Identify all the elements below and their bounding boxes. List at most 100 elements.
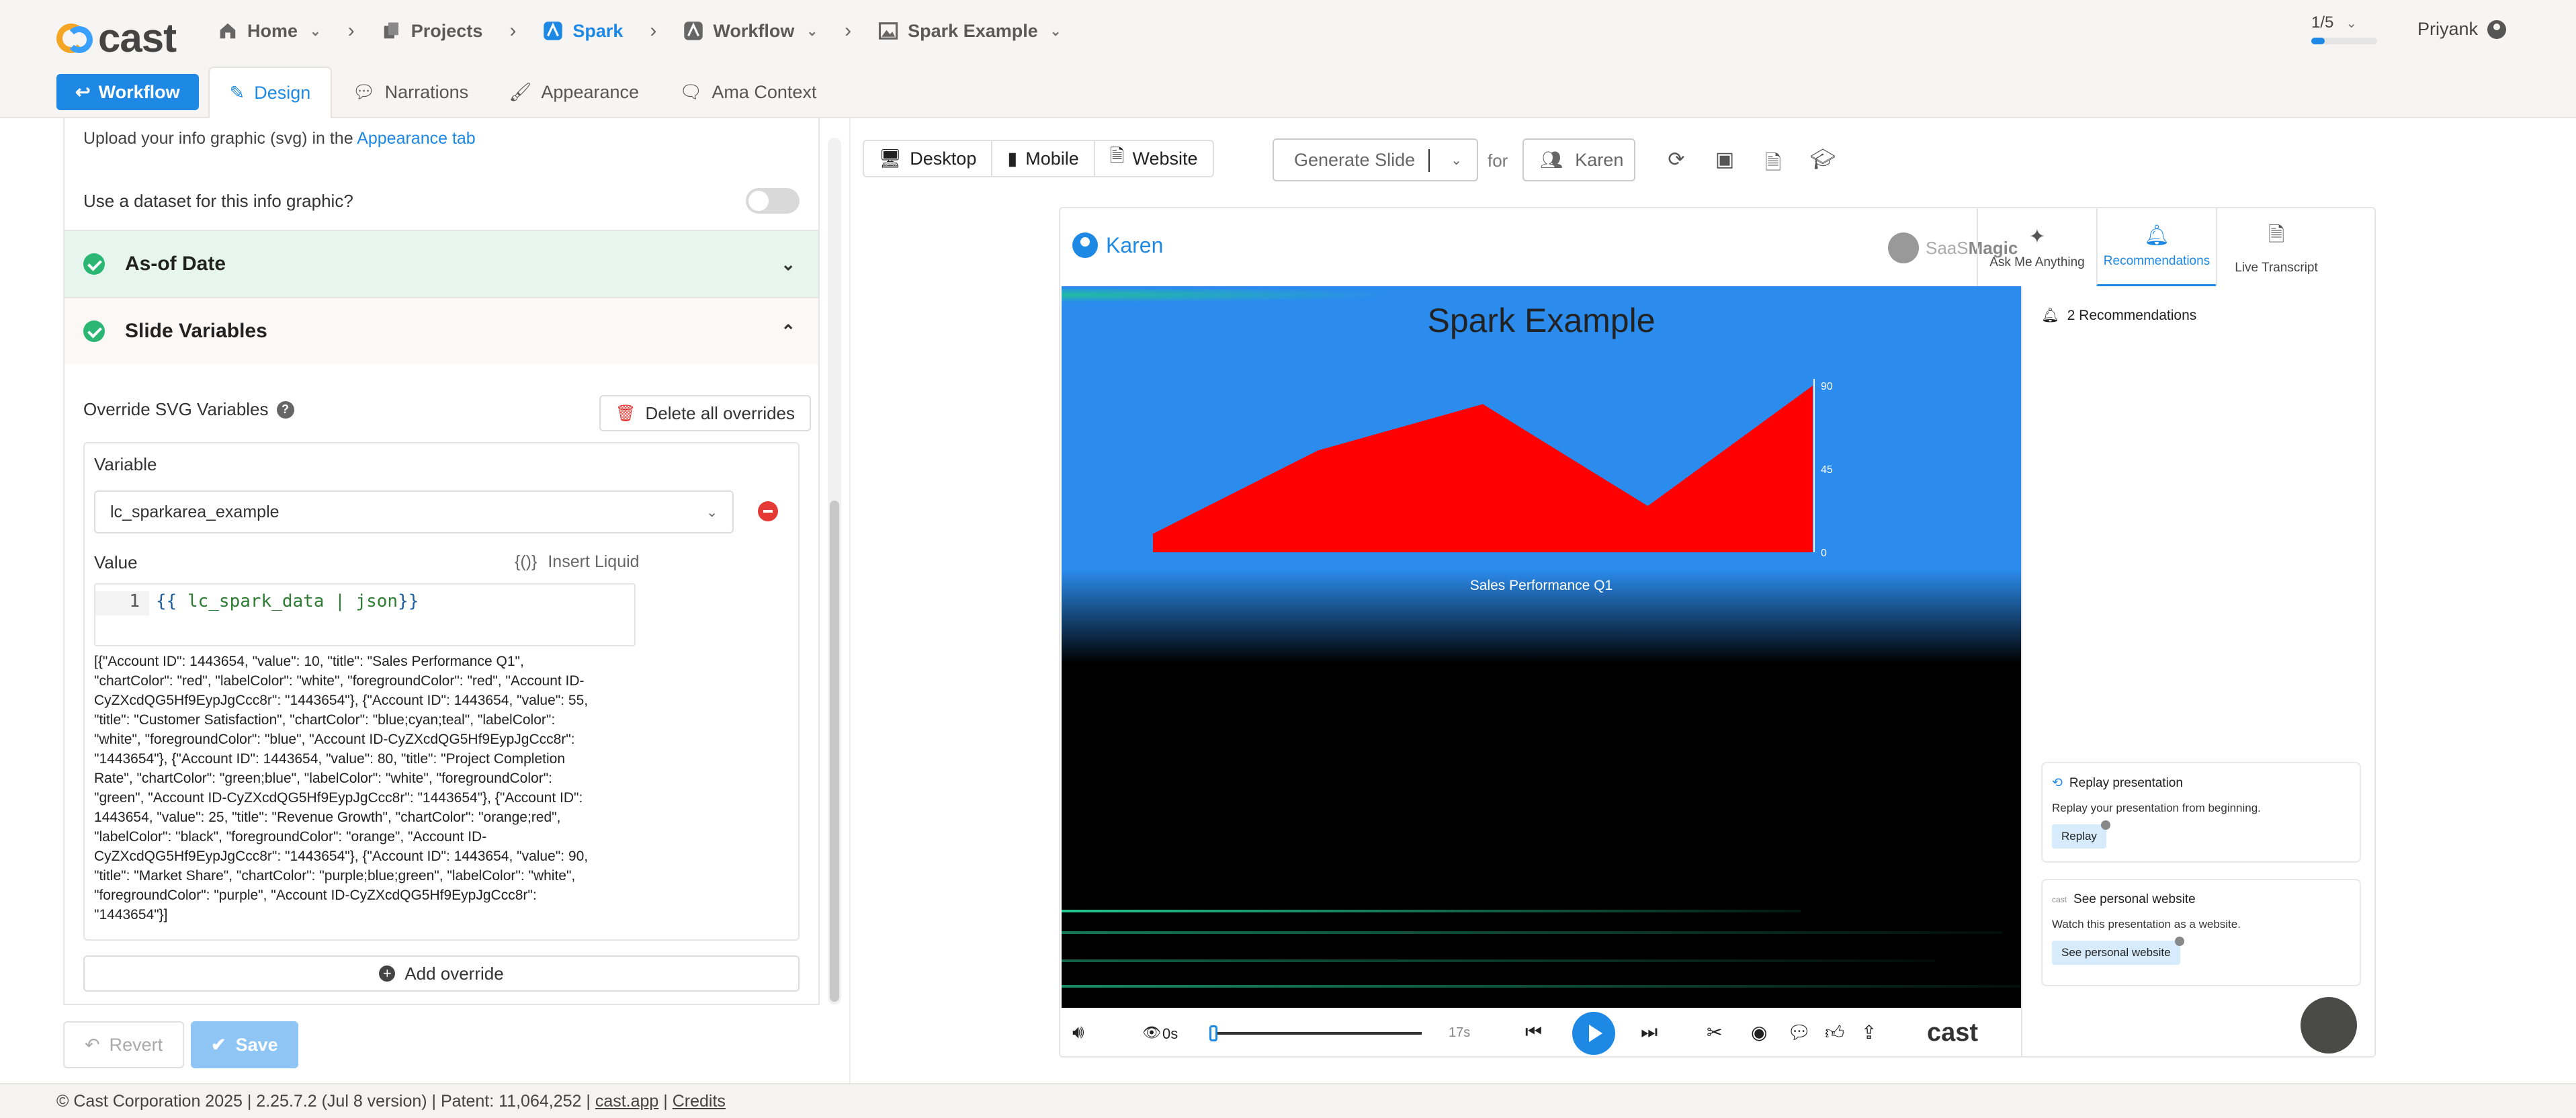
breadcrumb-workflow[interactable]: Workflow ⌄ (683, 21, 818, 42)
override-svg-label: Override SVG Variables ? (83, 399, 294, 420)
remove-override-icon[interactable] (758, 501, 778, 521)
dataset-question: Use a dataset for this info graphic? (83, 190, 353, 211)
insert-liquid-button[interactable]: {()} Insert Liquid (515, 552, 640, 572)
recommendations-panel: 🔔︎ 2 Recommendations ⟲ Replay presentatio… (2021, 286, 2374, 1056)
value-code-editor[interactable]: 1 {{ lc_spark_data | json}} (94, 583, 636, 646)
code-line: {{ lc_spark_data | json}} (149, 591, 419, 645)
footer-link-credits[interactable]: Credits (673, 1092, 726, 1111)
card-desc: Watch this presentation as a website. (2052, 918, 2241, 931)
breadcrumb-separator: › (509, 19, 517, 42)
chevron-down-icon: ⌄ (706, 505, 718, 520)
persona-name: Karen (1575, 149, 1624, 170)
scrollbar-thumb[interactable] (830, 501, 839, 1002)
graduation-cap-icon[interactable]: 🎓︎ (1810, 148, 1836, 171)
tools-icon[interactable]: ✂︎ (1707, 1021, 1722, 1043)
data-point (1647, 505, 1648, 507)
paint-icon: 🖌︎ (509, 82, 532, 102)
liquid-icon: {()} (515, 552, 538, 571)
y-tick-label: 0 (1821, 548, 1827, 559)
refresh-icon[interactable]: ⟳ (1665, 148, 1688, 171)
chevron-down-icon: ⌄ (2346, 15, 2358, 31)
tab-live-transcript[interactable]: 🗎 Live Transcript (2216, 208, 2335, 286)
bell-icon: 🔔︎ (2143, 224, 2170, 247)
dataset-toggle[interactable] (746, 188, 800, 214)
variable-select[interactable]: lc_sparkarea_example ⌄ (94, 490, 734, 533)
persona-select[interactable]: 👥︎ Karen (1522, 138, 1635, 181)
timeline-handle[interactable] (1209, 1025, 1217, 1041)
user-name: Priyank (2417, 19, 2479, 39)
comment-icon[interactable]: 💬︎ (1787, 1021, 1811, 1043)
delete-all-overrides-button[interactable]: 🗑︎ Delete all overrides (599, 395, 812, 431)
panel-scrollbar[interactable] (828, 138, 841, 1004)
breadcrumb-spark-example[interactable]: Spark Example ⌄ (878, 21, 1062, 42)
workflow-button[interactable]: ↩ Workflow (56, 74, 199, 110)
cast-logo[interactable]: cast (56, 15, 177, 61)
recommendation-card-replay: ⟲ Replay presentation Replay your present… (2041, 762, 2361, 863)
replay-button[interactable]: Replay (2052, 820, 2110, 849)
user-menu[interactable]: Priyank (2417, 19, 2507, 40)
language-flag-icon[interactable]: ◉ (1751, 1021, 1767, 1043)
code-open: {{ (156, 591, 177, 611)
document-icon: 🗎 (2268, 223, 2285, 246)
tab-design[interactable]: ✎ Design (208, 67, 333, 119)
tab-appearance[interactable]: 🖌︎ Appearance (488, 66, 659, 118)
breadcrumb-home[interactable]: Home ⌄ (218, 21, 321, 42)
value-label: Value (94, 552, 138, 572)
check-circle-icon (83, 320, 105, 342)
workflow-icon (684, 22, 703, 40)
pager-progress-fill (2311, 38, 2325, 44)
play-button[interactable] (1572, 1012, 1615, 1055)
device-tab-desktop[interactable]: 🖥︎ Desktop (864, 141, 993, 176)
presentation-player: Karen SaaSMagic ✦ Ask Me Anything 🔔︎ Recom… (1059, 207, 2376, 1058)
decorative-streak (1062, 959, 1935, 962)
presentation-icon[interactable]: ▣ (1713, 148, 1736, 171)
tab-ama-context[interactable]: 🗨︎ Ama Context (659, 66, 836, 118)
add-override-label: Add override (404, 963, 504, 984)
forward-icon[interactable]: ⏭︎ (1641, 1021, 1658, 1043)
accordion-slide-variables[interactable]: Slide Variables ⌃ (65, 297, 818, 364)
footer-link-cast[interactable]: cast.app (595, 1092, 659, 1111)
cast-mini-logo: cast (2052, 895, 2067, 904)
thumbs-up-icon[interactable]: 👍︎ (1825, 1021, 1844, 1044)
revert-button[interactable]: ↶ Revert (63, 1021, 185, 1068)
appearance-tab-link[interactable]: Appearance tab (357, 129, 476, 148)
chevron-down-icon[interactable]: ⌄ (1451, 152, 1462, 169)
rewind-icon[interactable]: ⏮︎ (1525, 1021, 1542, 1043)
save-button[interactable]: ✔ Save (191, 1021, 298, 1068)
tab-ask-me-anything[interactable]: ✦ Ask Me Anything (1977, 208, 2096, 286)
tab-recommendations[interactable]: 🔔︎ Recommendations (2096, 208, 2216, 286)
timeline-slider[interactable] (1209, 1025, 1422, 1041)
panel-divider (849, 118, 851, 1083)
volume-icon[interactable]: 🔊︎ (1072, 1021, 1084, 1043)
code-var: lc_spark_data | json (177, 591, 398, 611)
line-number: 1 (95, 591, 149, 615)
bell-icon: 🔔︎ (2041, 308, 2059, 323)
help-icon[interactable]: ? (276, 400, 294, 419)
see-personal-website-button[interactable]: See personal website (2052, 937, 2184, 965)
device-tabs: 🖥︎ Desktop ▮ Mobile 🗎 Website (863, 140, 1214, 177)
device-tab-website[interactable]: 🗎 Website (1095, 141, 1213, 176)
chevron-up-icon: ⌃ (781, 320, 796, 341)
tab-narrations[interactable]: 💬︎ Narrations (332, 66, 488, 118)
document-icon: 🗎 (1109, 146, 1125, 166)
device-tab-mobile[interactable]: ▮ Mobile (992, 141, 1095, 176)
breadcrumb-projects[interactable]: Projects (382, 21, 482, 42)
generate-slide-button[interactable]: Generate Slide ⌄ (1273, 138, 1478, 181)
player-controls: 🔊︎ 👁︎ 0s 17s ⏮︎ ⏭︎ ✂︎ ◉ 💬︎ 👍︎ ⇪ cast (1062, 1008, 2021, 1056)
y-tick-label: 90 (1821, 381, 1833, 392)
accordion-as-of-date[interactable]: As-of Date ⌄ (65, 230, 818, 297)
override-card: Variable lc_sparkarea_example ⌄ Value {(… (83, 442, 800, 941)
share-icon[interactable]: ⇪ (1861, 1021, 1877, 1043)
slide-pager[interactable]: 1/5 ⌄ (2311, 13, 2385, 44)
breadcrumb-spark[interactable]: Spark (543, 21, 623, 42)
chat-launcher-button[interactable] (2301, 997, 2357, 1054)
trash-icon: 🗑︎ (615, 404, 636, 423)
player-side-tabs: ✦ Ask Me Anything 🔔︎ Recommendations 🗎 Live… (1977, 208, 2335, 286)
for-label: for (1488, 150, 1508, 171)
variable-label: Variable (94, 454, 157, 474)
brand-light: SaaS (1926, 237, 1969, 258)
add-override-button[interactable]: + Add override (83, 955, 800, 992)
sparkle-icon: ✦ (2028, 225, 2046, 248)
breadcrumb: Home ⌄ › Projects › Spark › Workflow ⌄ ›… (218, 15, 1062, 47)
pdf-icon[interactable]: 🗎 (1762, 148, 1785, 174)
